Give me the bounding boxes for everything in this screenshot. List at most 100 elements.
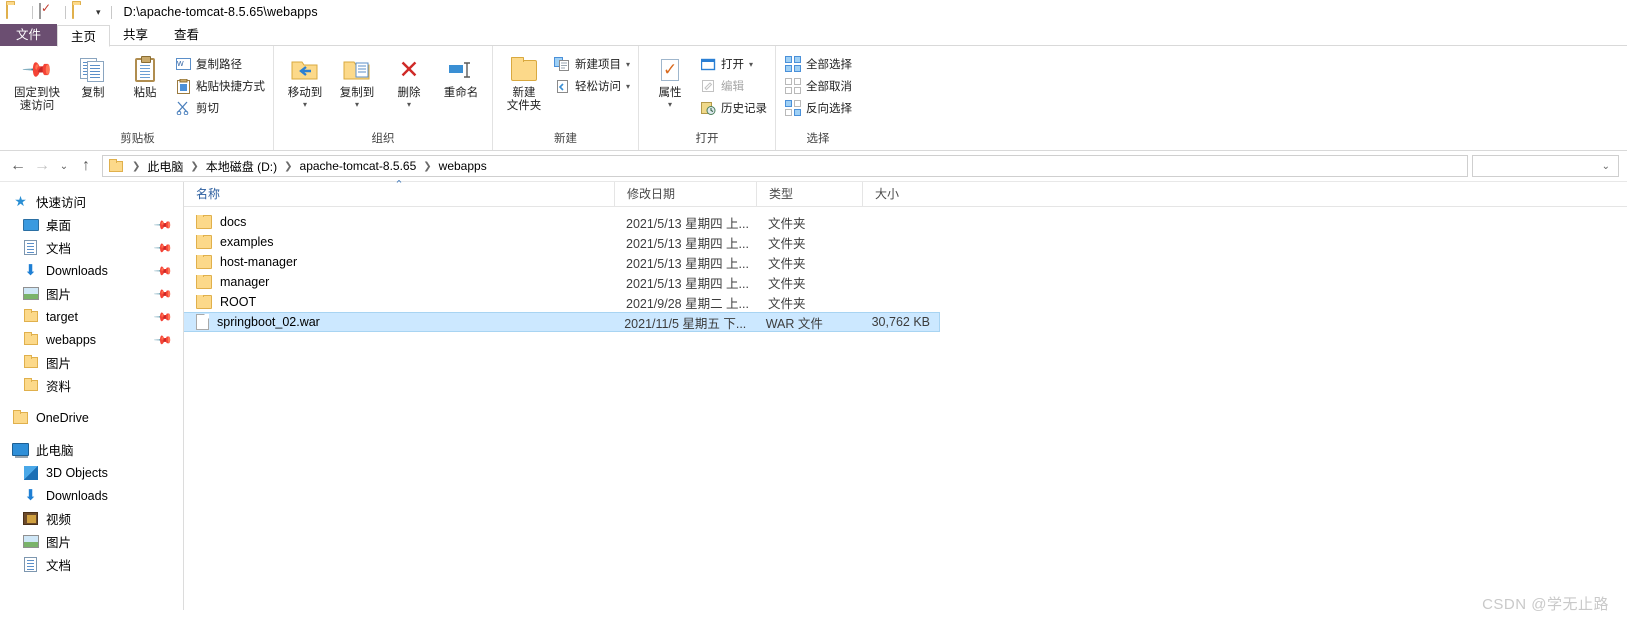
invert-selection-button[interactable]: 反向选择 — [781, 97, 855, 119]
ribbon-group-clipboard-label: 剪贴板 — [120, 133, 155, 145]
folder-icon — [6, 3, 22, 20]
search-input[interactable]: ⌄ — [1472, 155, 1619, 177]
select-none-button[interactable]: 全部取消 — [781, 75, 855, 97]
delete-button[interactable]: ✕ 删除 ▾ — [383, 50, 435, 109]
pin-icon[interactable]: 📌 — [153, 283, 173, 303]
chevron-down-icon[interactable]: ▾ — [626, 82, 630, 91]
up-arrow-icon[interactable]: ↑ — [74, 157, 98, 175]
pin-icon[interactable]: 📌 — [153, 329, 173, 349]
recent-locations-chevron-down-icon[interactable]: ⌄ — [54, 161, 74, 172]
table-row[interactable]: manager 2021/5/13 星期四 上... 文件夹 — [184, 272, 1627, 292]
breadcrumb-separator: ❯ — [423, 160, 432, 172]
new-folder-icon — [511, 53, 537, 87]
rename-icon — [447, 53, 475, 87]
properties-button[interactable]: 属性 ▾ — [644, 50, 696, 109]
navigation-pane: ★ 快速访问 桌面 📌 文档 📌 ⬇ Downloads 📌 图片 📌 targ… — [0, 182, 184, 610]
pin-icon[interactable]: 📌 — [153, 306, 173, 326]
sidebar-item-downloads[interactable]: ⬇ Downloads 📌 — [0, 259, 183, 282]
breadcrumb-item-local-disk-d[interactable]: 本地磁盘 (D:) — [206, 158, 277, 175]
new-folder-button[interactable]: 新建 文件夹 — [498, 50, 550, 113]
sidebar-item-desktop[interactable]: 桌面 📌 — [0, 213, 183, 236]
file-list-pane: ⌃ 名称 修改日期 类型 大小 docs 2021/5/13 星期四 上... … — [184, 179, 1627, 610]
column-header-date[interactable]: 修改日期 — [614, 181, 756, 207]
3d-objects-icon — [22, 465, 39, 481]
table-row[interactable]: docs 2021/5/13 星期四 上... 文件夹 — [184, 212, 1627, 232]
rename-button[interactable]: 重命名 — [435, 50, 487, 100]
copy-to-button[interactable]: 复制到 ▾ — [331, 50, 383, 109]
chevron-down-icon[interactable]: ▾ — [626, 60, 630, 69]
history-button[interactable]: 历史记录 — [696, 97, 770, 119]
ribbon-tabstrip: 文件 主页 共享 查看 — [0, 24, 1627, 47]
easy-access-button[interactable]: 轻松访问 ▾ — [550, 75, 633, 97]
file-type-cell: 文件夹 — [768, 216, 806, 231]
paste-shortcut-button[interactable]: 粘贴快捷方式 — [171, 75, 268, 97]
tab-share[interactable]: 共享 — [110, 24, 161, 46]
sidebar-item-videos[interactable]: 视频 — [0, 507, 183, 530]
breadcrumb[interactable]: ❯ 此电脑 ❯ 本地磁盘 (D:) ❯ apache-tomcat-8.5.65… — [102, 155, 1468, 177]
select-all-icon — [784, 55, 802, 72]
nav-root-this-pc[interactable]: 此电脑 — [0, 438, 183, 461]
table-row[interactable]: examples 2021/5/13 星期四 上... 文件夹 — [184, 232, 1627, 252]
table-row[interactable]: host-manager 2021/5/13 星期四 上... 文件夹 — [184, 252, 1627, 272]
cut-button[interactable]: 剪切 — [171, 97, 268, 119]
chevron-down-icon[interactable]: ▾ — [303, 101, 307, 109]
chevron-down-icon[interactable]: ▾ — [355, 101, 359, 109]
pin-icon[interactable]: 📌 — [153, 214, 173, 234]
forward-arrow-icon[interactable]: → — [30, 157, 54, 175]
new-item-button[interactable]: 新建项目 ▾ — [550, 53, 633, 75]
sidebar-item-target[interactable]: target 📌 — [0, 305, 183, 328]
chevron-down-icon[interactable]: ▾ — [668, 101, 672, 109]
new-folder-label-line1: 新建 — [512, 87, 536, 99]
sidebar-item-webapps[interactable]: webapps 📌 — [0, 328, 183, 351]
chevron-down-icon[interactable]: ▾ — [96, 7, 101, 18]
column-header-name[interactable]: ⌃ 名称 — [184, 179, 614, 207]
sidebar-item-label: 桌面 — [46, 219, 72, 233]
tab-view[interactable]: 查看 — [161, 24, 212, 46]
sidebar-item-pictures-pc[interactable]: 图片 — [0, 530, 183, 553]
select-all-button[interactable]: 全部选择 — [781, 53, 855, 75]
ribbon-group-new-label: 新建 — [554, 133, 577, 145]
new-folder-icon[interactable] — [72, 3, 88, 20]
properties-check-icon[interactable] — [39, 3, 55, 20]
table-row-selected[interactable]: springboot_02.war 2021/11/5 星期五 下... WAR… — [184, 312, 940, 332]
sidebar-item-pictures[interactable]: 图片 📌 — [0, 282, 183, 305]
sidebar-item-3d-objects[interactable]: 3D Objects — [0, 461, 183, 484]
chevron-down-icon[interactable]: ▾ — [407, 101, 411, 109]
tab-file[interactable]: 文件 — [0, 24, 58, 46]
pin-icon[interactable]: 📌 — [153, 260, 173, 280]
chevron-down-icon[interactable]: ⌄ — [1602, 161, 1610, 172]
sidebar-item-pictures-folder[interactable]: 图片 — [0, 351, 183, 374]
history-icon — [699, 100, 717, 116]
table-row[interactable]: ROOT 2021/9/28 星期二 上... 文件夹 — [184, 292, 1627, 312]
pin-icon[interactable]: 📌 — [153, 237, 173, 257]
nav-root-quick-access-label: 快速访问 — [36, 196, 87, 210]
sidebar-item-label: Downloads — [46, 488, 108, 503]
paste-button[interactable]: 粘贴 — [119, 50, 171, 100]
file-name-cell: springboot_02.war — [184, 314, 612, 330]
nav-root-onedrive[interactable]: OneDrive — [0, 406, 183, 429]
open-button[interactable]: 打开 ▾ — [696, 53, 770, 75]
breadcrumb-item-webapps[interactable]: webapps — [439, 159, 487, 173]
sidebar-item-downloads-pc[interactable]: ⬇ Downloads — [0, 484, 183, 507]
file-name-label: examples — [220, 235, 274, 249]
file-name-label: ROOT — [220, 295, 257, 309]
copy-path-button[interactable]: W 复制路径 — [171, 53, 268, 75]
documents-icon — [22, 557, 39, 573]
tab-home[interactable]: 主页 — [57, 25, 111, 47]
back-arrow-icon[interactable]: ← — [6, 157, 30, 175]
breadcrumb-item-this-pc[interactable]: 此电脑 — [147, 158, 183, 175]
copy-button[interactable]: 复制 — [67, 50, 119, 100]
sidebar-item-ziliao[interactable]: 资料 — [0, 374, 183, 397]
pictures-icon — [22, 286, 39, 302]
move-to-button[interactable]: 移动到 ▾ — [279, 50, 331, 109]
file-name-label: host-manager — [220, 255, 298, 269]
nav-root-onedrive-label: OneDrive — [36, 410, 89, 425]
sidebar-item-documents[interactable]: 文档 📌 — [0, 236, 183, 259]
breadcrumb-item-apache-tomcat[interactable]: apache-tomcat-8.5.65 — [300, 159, 417, 173]
sidebar-item-documents-pc[interactable]: 文档 — [0, 553, 183, 576]
chevron-down-icon[interactable]: ▾ — [749, 60, 753, 69]
column-header-size[interactable]: 大小 — [862, 181, 942, 207]
nav-root-quick-access[interactable]: ★ 快速访问 — [0, 190, 183, 213]
column-header-type[interactable]: 类型 — [756, 181, 862, 207]
pin-to-quick-access-button[interactable]: 📌 固定到快速访问 — [7, 50, 67, 113]
